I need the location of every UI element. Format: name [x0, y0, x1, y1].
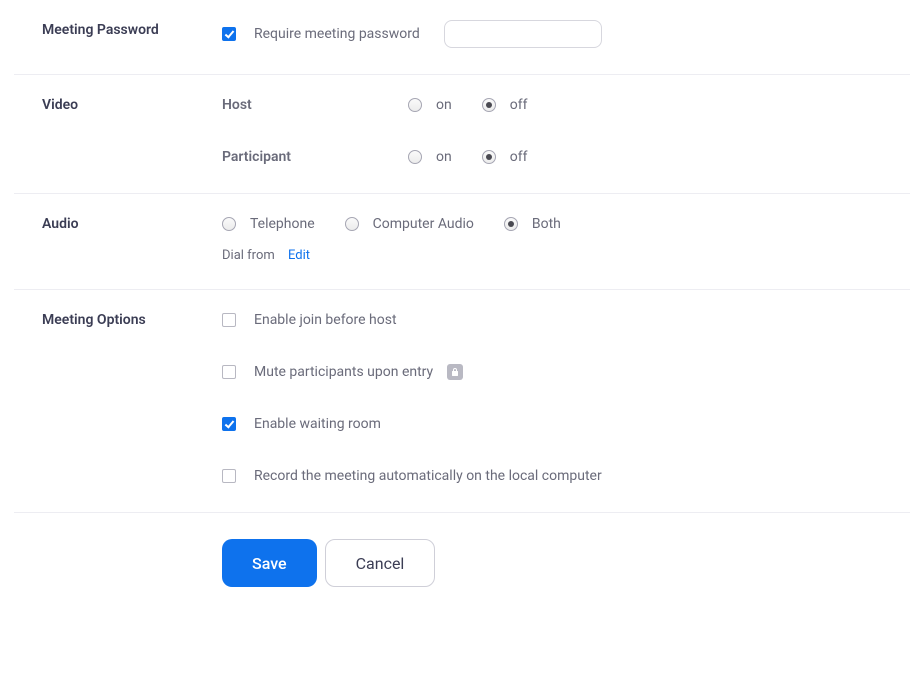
label-both: Both: [532, 216, 561, 232]
label-waiting-room: Enable waiting room: [254, 416, 381, 432]
checkbox-join-before-host[interactable]: [222, 313, 236, 327]
checkbox-mute-on-entry[interactable]: [222, 365, 236, 379]
label-mute-on-entry: Mute participants upon entry: [254, 364, 433, 380]
section-meeting-password: Meeting Password Require meeting passwor…: [14, 0, 910, 75]
label-auto-record: Record the meeting automatically on the …: [254, 468, 602, 484]
label-video: Video: [42, 95, 222, 167]
label-participant: Participant: [222, 149, 400, 165]
section-video: Video Host on off Participant on off: [14, 75, 910, 194]
label-participant-off: off: [510, 149, 528, 165]
section-meeting-options: Meeting Options Enable join before host …: [14, 290, 910, 513]
label-host: Host: [222, 97, 400, 113]
label-require-password: Require meeting password: [254, 26, 420, 42]
label-computer-audio: Computer Audio: [373, 216, 474, 232]
radio-participant-on[interactable]: [408, 150, 422, 164]
radio-host-off[interactable]: [482, 98, 496, 112]
lock-icon: [447, 364, 463, 380]
button-row: Save Cancel: [14, 513, 910, 627]
section-audio: Audio Telephone Computer Audio Both Dial…: [14, 194, 910, 290]
cancel-button[interactable]: Cancel: [325, 539, 436, 587]
label-audio: Audio: [42, 214, 222, 263]
save-button[interactable]: Save: [222, 539, 317, 587]
checkbox-waiting-room[interactable]: [222, 417, 236, 431]
label-meeting-password: Meeting Password: [42, 20, 222, 48]
label-telephone: Telephone: [250, 216, 315, 232]
checkbox-auto-record[interactable]: [222, 469, 236, 483]
radio-telephone[interactable]: [222, 217, 236, 231]
radio-both[interactable]: [504, 217, 518, 231]
radio-computer-audio[interactable]: [345, 217, 359, 231]
label-join-before-host: Enable join before host: [254, 312, 397, 328]
label-dial-from: Dial from: [222, 248, 275, 263]
label-host-off: off: [510, 97, 528, 113]
label-host-on: on: [436, 97, 452, 113]
radio-participant-off[interactable]: [482, 150, 496, 164]
label-participant-on: on: [436, 149, 452, 165]
link-edit-dial[interactable]: Edit: [288, 248, 310, 263]
label-meeting-options: Meeting Options: [42, 310, 222, 486]
input-meeting-password[interactable]: [444, 20, 602, 48]
checkbox-require-password[interactable]: [222, 27, 236, 41]
radio-host-on[interactable]: [408, 98, 422, 112]
